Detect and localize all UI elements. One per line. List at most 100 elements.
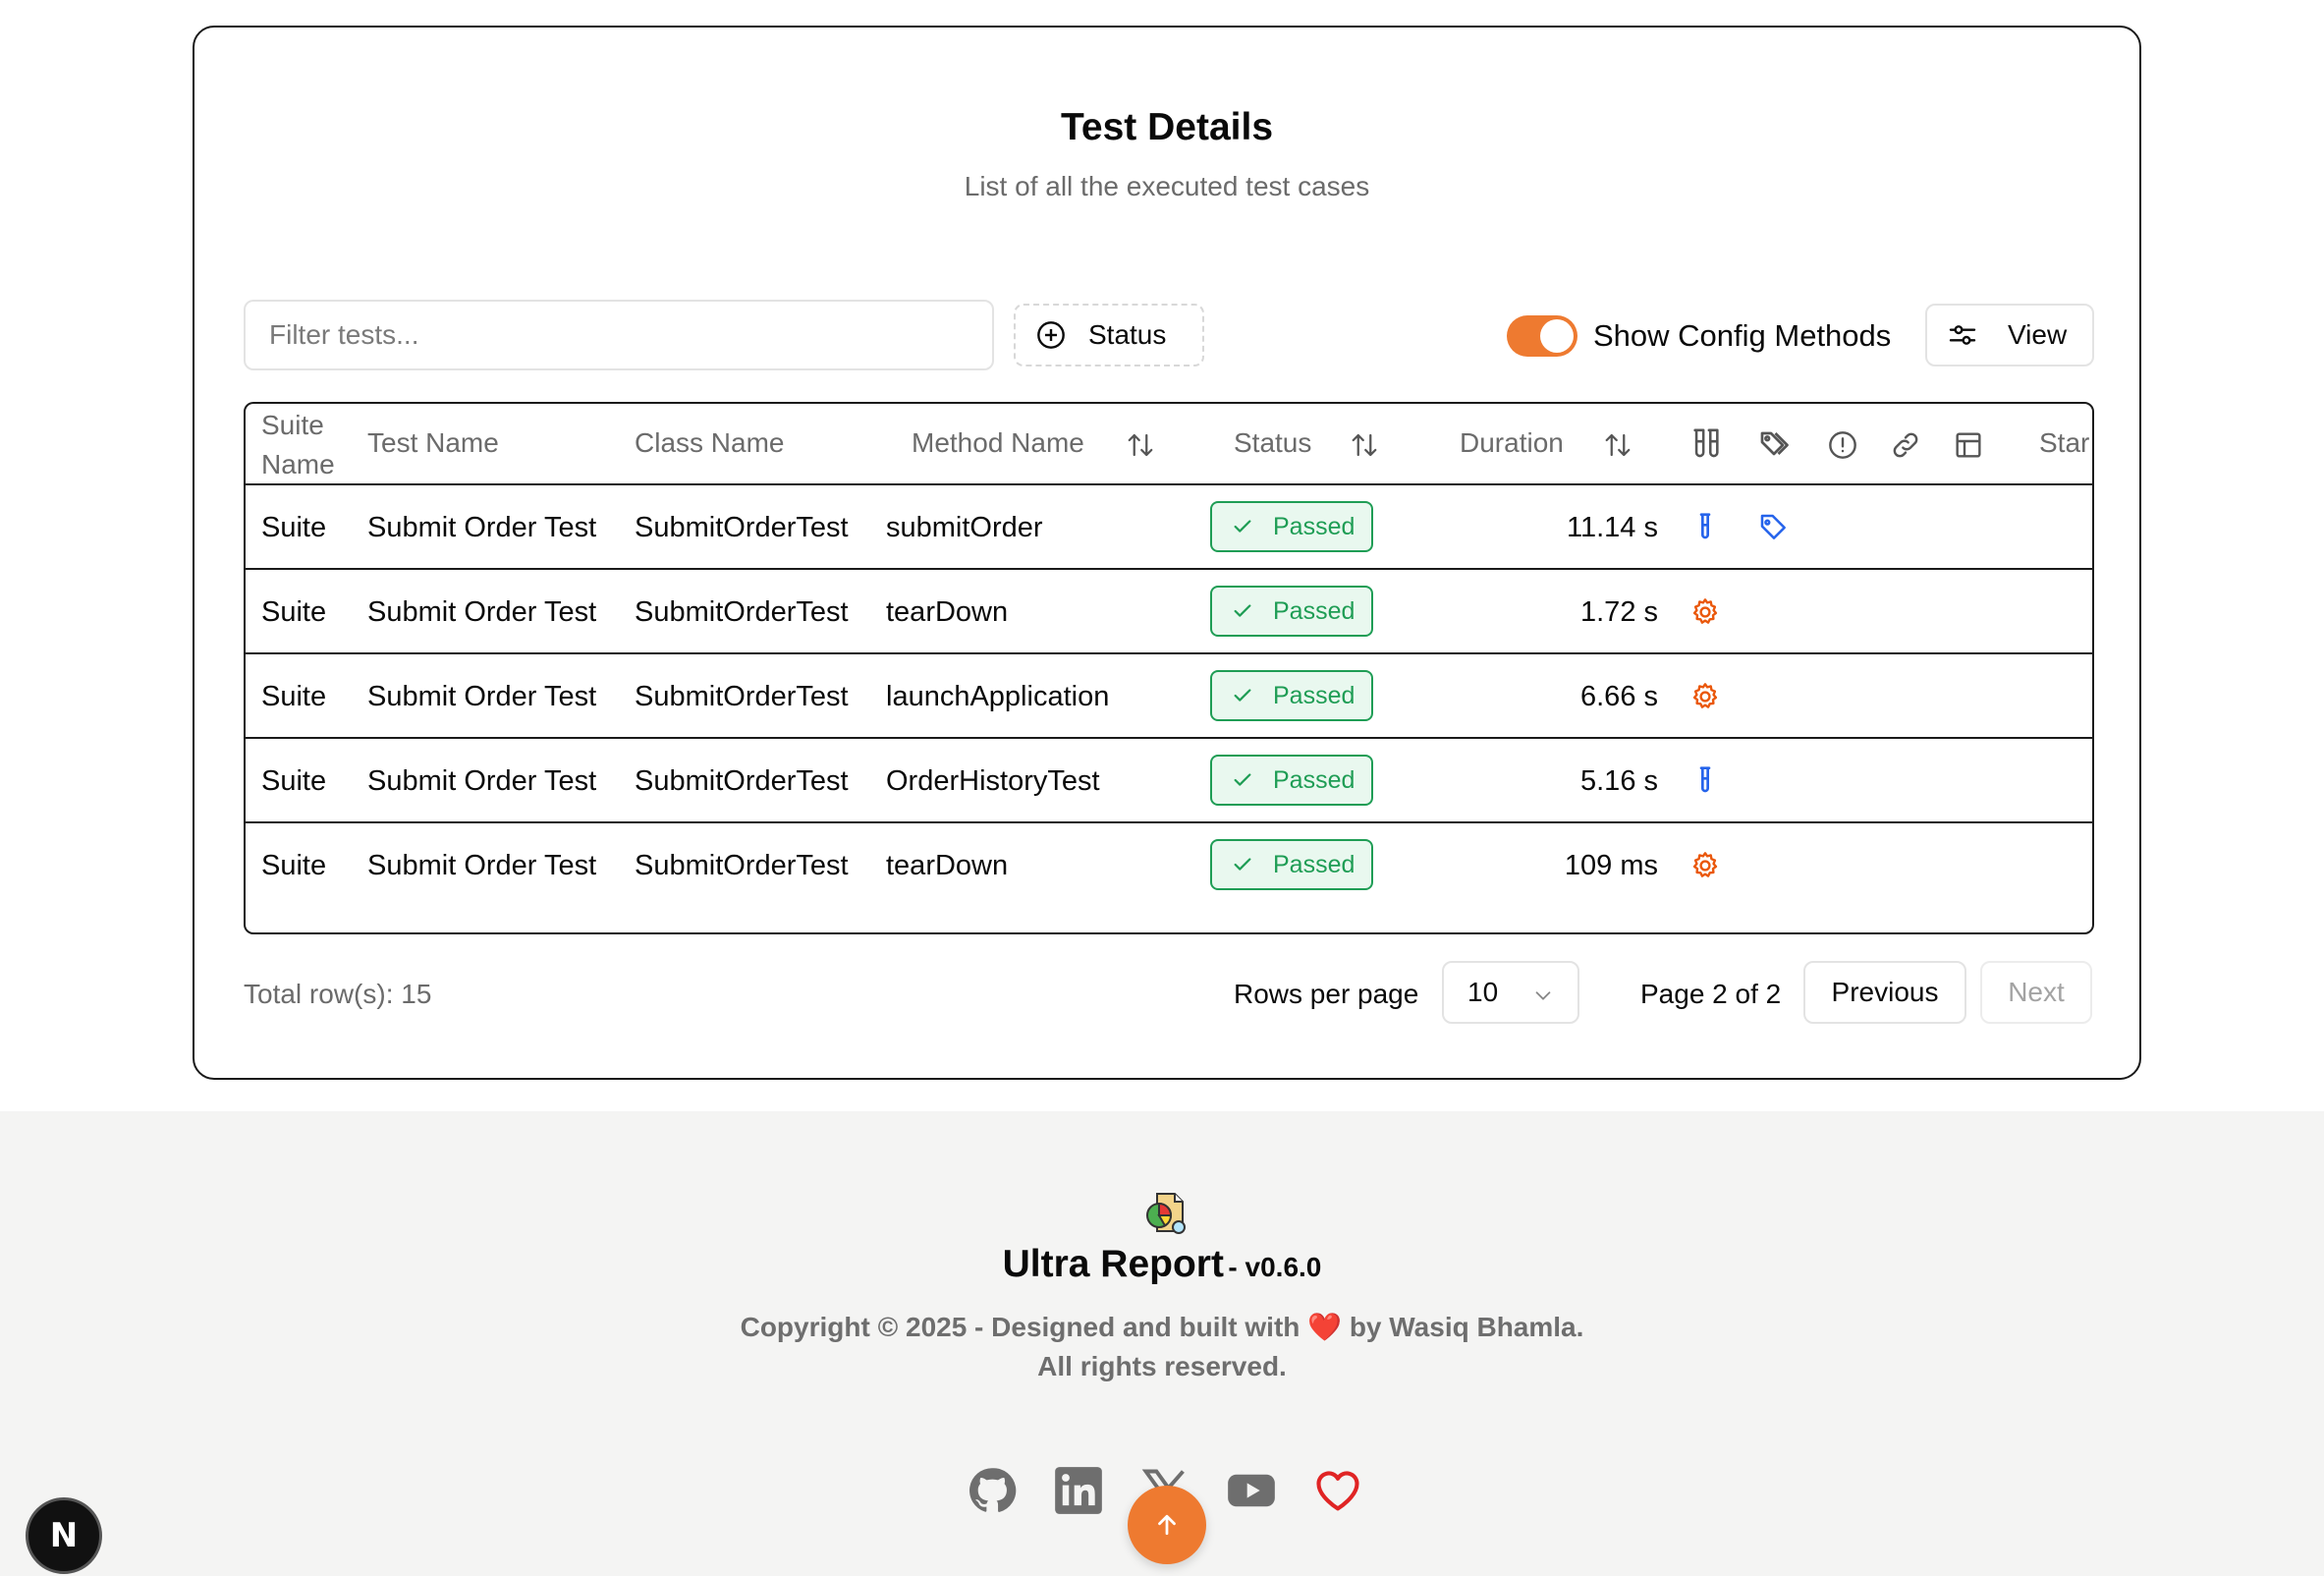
rows-per-page-value: 10 [1467,977,1499,1007]
gear-icon [1689,850,1721,881]
table-icon [1956,432,1981,458]
check-icon [1232,600,1253,622]
page-indicator: Page 2 of 2 [1640,979,1782,1009]
cell-duration: 6.66 s [1580,681,1658,712]
cell-duration: 5.16 s [1580,765,1658,797]
cell-suite-name: Suite [261,850,327,881]
sliders-icon [1949,325,1976,345]
rows-per-page-label: Rows per page [1234,979,1419,1009]
previous-page-button[interactable]: Previous [1803,961,1966,1024]
gear-icon [1689,596,1721,628]
status-badge-label: Passed [1273,596,1356,625]
cell-class-name: SubmitOrderTest [635,512,849,543]
card-subtitle: List of all the executed test cases [964,171,1370,201]
test-tube-icon [1689,765,1721,797]
status-filter-button[interactable]: Status [1014,304,1204,366]
status-badge: Passed [1210,586,1373,637]
header-suite-line2: Name [261,449,335,479]
header-status[interactable]: Status [1234,427,1311,459]
cell-test-name: Submit Order Test [367,596,597,628]
status-badge: Passed [1210,501,1373,552]
gear-icon [1689,681,1721,712]
rows-per-page-select[interactable]: 10 [1442,961,1579,1024]
github-icon[interactable] [967,1465,1018,1516]
brand-line: Ultra Report - v0.6.0 [0,1243,2324,1286]
cell-suite-name: Suite [261,596,327,628]
cell-suite-name: Suite [261,512,327,543]
header-duration[interactable]: Duration [1460,427,1564,459]
cell-method-name: tearDown [886,850,1009,881]
table-row[interactable]: Suite Submit Order Test SubmitOrderTest tea… [246,823,2092,908]
status-badge-label: Passed [1273,681,1356,709]
youtube-icon[interactable] [1226,1465,1277,1516]
view-options-button[interactable]: View [1925,304,2094,366]
status-filter-label: Status [1088,319,1167,350]
cell-class-name: SubmitOrderTest [635,765,849,797]
status-badge-label: Passed [1273,512,1356,540]
heart-emoji: ❤️ [1307,1312,1343,1342]
main-area: Test Details List of all the executed te… [0,0,2324,1111]
table-row[interactable]: Suite Submit Order Test SubmitOrderTest sub… [246,485,2092,570]
status-sort-icon[interactable] [1350,429,1379,461]
cell-duration: 109 ms [1564,850,1658,881]
arrow-up-icon [1158,1514,1176,1536]
report-logo-icon [1146,1193,1186,1234]
table-row[interactable]: Suite Submit Order Test SubmitOrderTest lau… [246,654,2092,739]
brand-version: - v0.6.0 [1228,1252,1322,1282]
header-test-name[interactable]: Test Name [367,427,499,459]
card-title: Test Details [1060,106,1274,148]
header-suite-name[interactable]: Suite Name [261,406,335,484]
cell-test-name: Submit Order Test [367,512,597,543]
total-rows-count: Total row(s): 15 [244,979,432,1009]
status-badge: Passed [1210,755,1373,806]
cell-method-name: OrderHistoryTest [886,765,1100,797]
header-class-name[interactable]: Class Name [635,427,784,459]
cell-method-name: launchApplication [886,681,1110,712]
test-details-card: Test Details List of all the executed te… [193,26,2141,1080]
cell-test-name: Submit Order Test [367,681,597,712]
cell-test-name: Submit Order Test [367,765,597,797]
filter-tests-input[interactable] [244,300,994,370]
table-row[interactable]: Suite Submit Order Test SubmitOrderTest Ord… [246,739,2092,823]
table-row[interactable]: Suite Submit Order Test SubmitOrderTest tea… [246,570,2092,654]
copyright-text: Copyright © 2025 - Designed and built wi… [0,1308,2324,1386]
cell-method-name: submitOrder [886,512,1043,543]
copyright-line1: Copyright © 2025 - Designed and built wi… [0,1308,2324,1347]
show-config-methods-toggle[interactable] [1507,315,1577,357]
header-start[interactable]: Star [2039,427,2089,459]
check-icon [1232,769,1253,791]
link-icon [1893,432,1918,458]
check-icon [1232,516,1253,537]
pagination-bar: Total row(s): 15 Rows per page 10 Page 2… [194,961,2139,1024]
linkedin-icon[interactable] [1053,1465,1104,1516]
view-label: View [2008,319,2068,350]
status-badge-label: Passed [1273,850,1356,878]
cell-duration: 11.14 s [1567,512,1658,543]
check-icon [1232,854,1253,875]
cell-class-name: SubmitOrderTest [635,596,849,628]
brand-name: Ultra Report [1002,1243,1224,1285]
cell-method-name: tearDown [886,596,1009,628]
cell-suite-name: Suite [261,765,327,797]
cell-class-name: SubmitOrderTest [635,681,849,712]
test-tube-icon [1693,428,1719,458]
header-suite-line1: Suite [261,410,324,440]
check-icon [1232,685,1253,706]
show-config-methods-label: Show Config Methods [1593,318,1892,353]
copyright-after: by Wasiq Bhamla. [1349,1312,1584,1342]
next-page-button[interactable]: Next [1980,961,2092,1024]
heart-icon[interactable] [1312,1465,1363,1516]
method-sort-icon[interactable] [1126,429,1155,461]
cell-duration: 1.72 s [1580,596,1658,628]
status-badge: Passed [1210,670,1373,721]
tags-icon [1760,431,1789,456]
copyright-before: Copyright © 2025 - Designed and built wi… [740,1312,1300,1342]
test-results-table: Suite Name Test Name Class Name Method N… [244,402,2094,934]
duration-sort-icon[interactable] [1603,429,1632,461]
scroll-to-top-button[interactable] [1128,1486,1206,1564]
tag-icon[interactable] [1758,512,1790,543]
toggle-knob [1540,319,1574,353]
status-badge: Passed [1210,839,1373,890]
header-method-name[interactable]: Method Name [912,427,1084,459]
nextjs-dev-badge[interactable]: N [26,1497,102,1574]
